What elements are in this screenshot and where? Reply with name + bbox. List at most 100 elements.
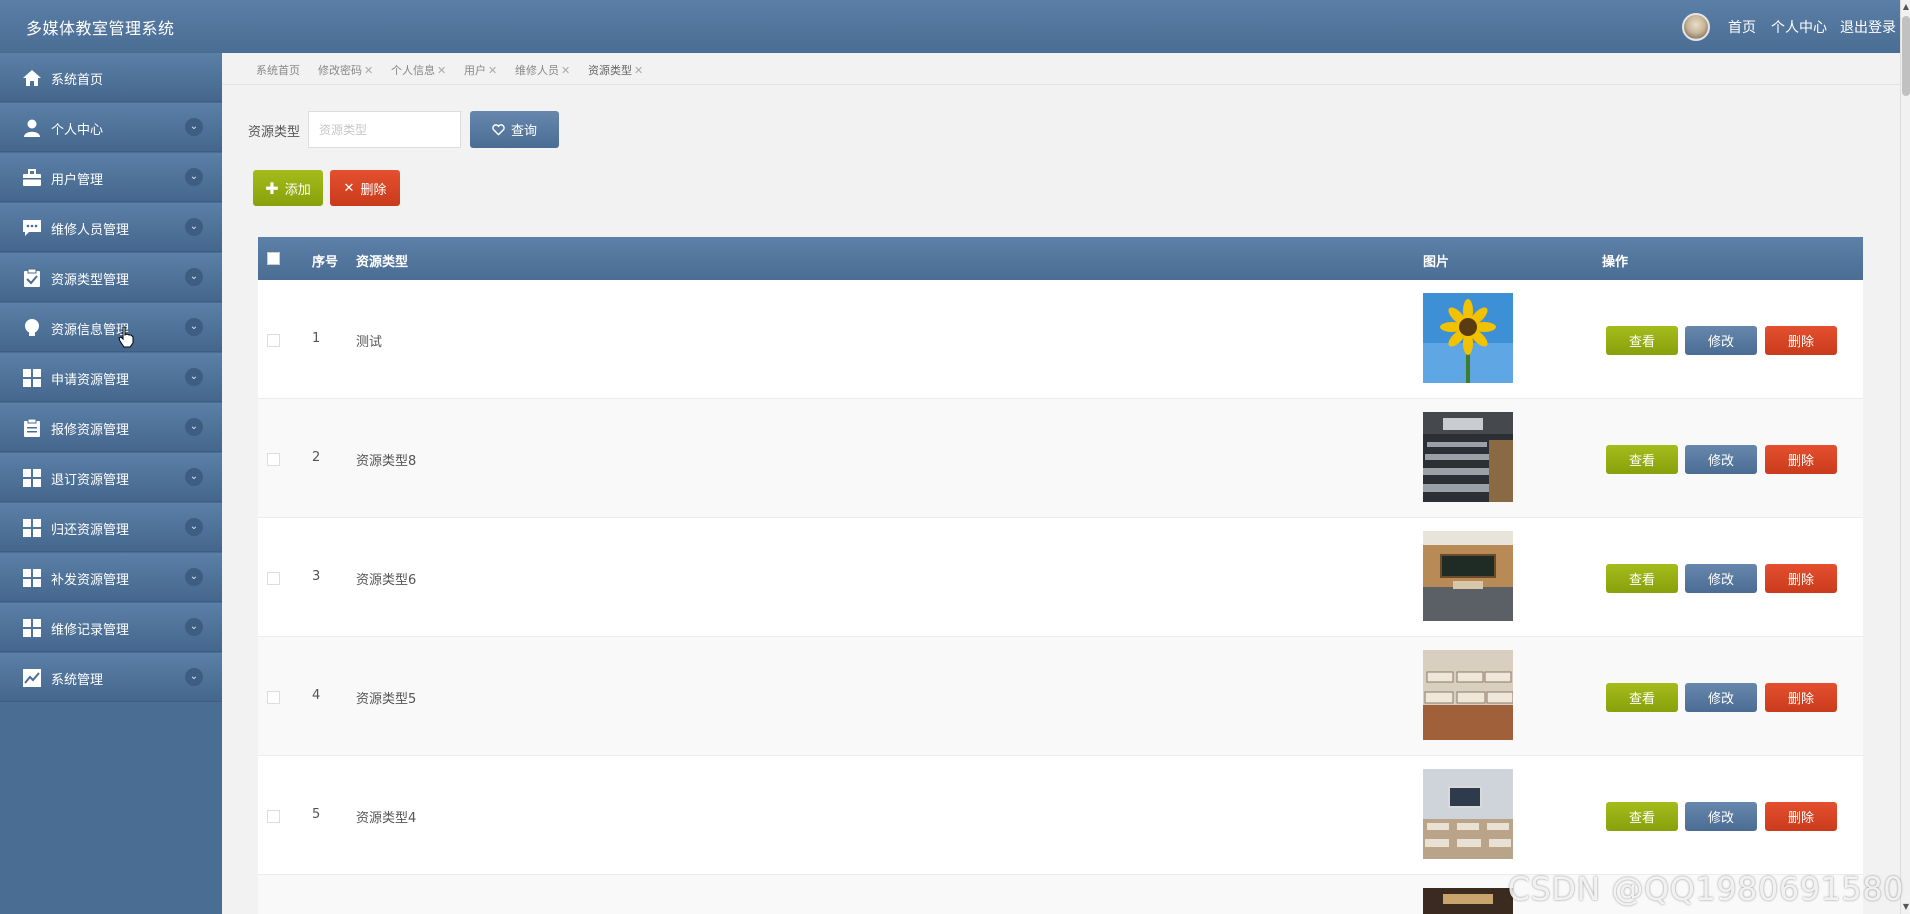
clipboard-check-icon (24, 268, 40, 287)
row-checkbox[interactable] (267, 334, 280, 347)
column-type: 资源类型 (356, 255, 409, 270)
tab-change-password[interactable]: 修改密码 ✕ (318, 62, 373, 78)
sidebar-item-resource-types[interactable]: 资源类型管理 ⌄ (0, 253, 222, 302)
add-button[interactable]: ✚ 添加 (253, 170, 323, 206)
sidebar-item-return[interactable]: 归还资源管理 ⌄ (0, 503, 222, 552)
delete-button[interactable]: 删除 (1765, 564, 1837, 593)
home-icon (23, 70, 41, 86)
view-button[interactable]: 查看 (1606, 445, 1678, 474)
scroll-up-icon[interactable]: ▲ (1902, 2, 1910, 12)
row-checkbox[interactable] (267, 810, 280, 823)
chart-icon (23, 669, 41, 687)
avatar[interactable] (1682, 13, 1710, 41)
chevron-down-icon[interactable]: ⌄ (185, 468, 203, 486)
breadcrumb: 系统首页 修改密码 ✕ 个人信息 ✕ 用户 ✕ 维修人员 ✕ 资源类型 ✕ (222, 53, 1900, 85)
nav-logout-link[interactable]: 退出登录 (1840, 17, 1896, 37)
chevron-down-icon[interactable]: ⌄ (185, 518, 203, 536)
close-icon[interactable]: ✕ (364, 64, 373, 77)
delete-button[interactable]: 删除 (1765, 802, 1837, 831)
view-button[interactable]: 查看 (1606, 683, 1678, 712)
page-scrollbar[interactable]: ▲ ▼ (1900, 0, 1910, 914)
row-index: 1 (312, 331, 321, 346)
table-row: 4 资源类型5 查看 修改 删除 (258, 637, 1863, 756)
sidebar-item-repair-records[interactable]: 维修记录管理 ⌄ (0, 603, 222, 652)
sidebar-item-system[interactable]: 系统管理 ⌄ (0, 653, 222, 702)
sidebar-item-cancel[interactable]: 退订资源管理 ⌄ (0, 453, 222, 502)
row-checkbox[interactable] (267, 572, 280, 585)
sidebar-item-label: 报修资源管理 (51, 423, 130, 438)
row-type: 资源类型6 (356, 573, 417, 588)
chevron-down-icon[interactable]: ⌄ (185, 168, 203, 186)
sidebar-item-home[interactable]: 系统首页 (0, 53, 222, 102)
nav-home-link[interactable]: 首页 (1728, 17, 1756, 37)
row-checkbox[interactable] (267, 453, 280, 466)
lecture-hall-image[interactable] (1423, 412, 1513, 502)
grid-icon (23, 619, 41, 637)
edit-button[interactable]: 修改 (1685, 564, 1757, 593)
sidebar-item-reissue[interactable]: 补发资源管理 ⌄ (0, 553, 222, 602)
classroom-image[interactable] (1423, 888, 1513, 914)
edit-button[interactable]: 修改 (1685, 802, 1757, 831)
batch-delete-button[interactable]: ✕ 删除 (330, 170, 400, 206)
sidebar-item-repairers[interactable]: 维修人员管理 ⌄ (0, 203, 222, 252)
search-input[interactable] (308, 111, 461, 148)
chevron-down-icon[interactable]: ⌄ (185, 618, 203, 636)
grid-icon (23, 569, 41, 587)
view-button[interactable]: 查看 (1606, 564, 1678, 593)
close-icon[interactable]: ✕ (561, 64, 570, 77)
delete-button[interactable]: 删除 (1765, 445, 1837, 474)
delete-button[interactable]: 删除 (1765, 683, 1837, 712)
sidebar-item-resource-info[interactable]: 资源信息管理 ⌄ (0, 303, 222, 352)
chevron-down-icon[interactable]: ⌄ (185, 318, 203, 336)
scroll-thumb[interactable] (1902, 16, 1910, 96)
view-button[interactable]: 查看 (1606, 802, 1678, 831)
chevron-down-icon[interactable]: ⌄ (185, 218, 203, 236)
row-checkbox[interactable] (267, 691, 280, 704)
edit-button[interactable]: 修改 (1685, 445, 1757, 474)
briefcase-icon (23, 169, 41, 186)
column-image: 图片 (1423, 255, 1450, 270)
chevron-down-icon[interactable]: ⌄ (185, 368, 203, 386)
chevron-down-icon[interactable]: ⌄ (185, 568, 203, 586)
app-title: 多媒体教室管理系统 (26, 19, 175, 38)
column-index: 序号 (312, 255, 339, 270)
clipboard-icon (24, 418, 40, 437)
edit-button[interactable]: 修改 (1685, 326, 1757, 355)
close-icon[interactable]: ✕ (488, 64, 497, 77)
row-index: 3 (312, 569, 321, 584)
tab-personal-info[interactable]: 个人信息 ✕ (391, 62, 446, 78)
nav-profile-link[interactable]: 个人中心 (1771, 17, 1827, 37)
sidebar-item-apply[interactable]: 申请资源管理 ⌄ (0, 353, 222, 402)
top-bar: 多媒体教室管理系统 首页 个人中心 退出登录 (0, 0, 1900, 53)
delete-button[interactable]: 删除 (1765, 326, 1837, 355)
classroom-blackboard-image[interactable] (1423, 531, 1513, 621)
multimedia-classroom-image[interactable] (1423, 769, 1513, 859)
edit-button[interactable]: 修改 (1685, 683, 1757, 712)
close-icon[interactable]: ✕ (634, 64, 643, 77)
sidebar-item-label: 资源类型管理 (51, 273, 130, 288)
query-button[interactable]: 查询 (470, 111, 559, 148)
chevron-down-icon[interactable]: ⌄ (185, 418, 203, 436)
chevron-down-icon[interactable]: ⌄ (185, 668, 203, 686)
tab-repairers[interactable]: 维修人员 ✕ (515, 62, 570, 78)
row-type: 资源类型8 (356, 454, 417, 469)
classroom-desks-image[interactable] (1423, 650, 1513, 740)
select-all-checkbox[interactable] (267, 252, 280, 265)
table-header: 序号 资源类型 图片 操作 (258, 237, 1863, 280)
sidebar-item-users[interactable]: 用户管理 ⌄ (0, 153, 222, 202)
chevron-down-icon[interactable]: ⌄ (185, 268, 203, 286)
tab-users[interactable]: 用户 ✕ (464, 62, 497, 78)
chevron-down-icon[interactable]: ⌄ (185, 118, 203, 136)
close-icon[interactable]: ✕ (437, 64, 446, 77)
sidebar-item-profile[interactable]: 个人中心 ⌄ (0, 103, 222, 152)
chat-icon (23, 220, 41, 236)
sidebar-item-label: 系统首页 (51, 73, 104, 88)
sidebar-item-label: 维修人员管理 (51, 223, 130, 238)
tab-resource-types[interactable]: 资源类型 ✕ (588, 62, 643, 78)
sunflower-image[interactable] (1423, 293, 1513, 383)
sidebar-item-label: 归还资源管理 (51, 523, 130, 538)
tab-home[interactable]: 系统首页 (256, 62, 300, 78)
view-button[interactable]: 查看 (1606, 326, 1678, 355)
row-type: 资源类型5 (356, 692, 417, 707)
sidebar-item-repair[interactable]: 报修资源管理 ⌄ (0, 403, 222, 452)
